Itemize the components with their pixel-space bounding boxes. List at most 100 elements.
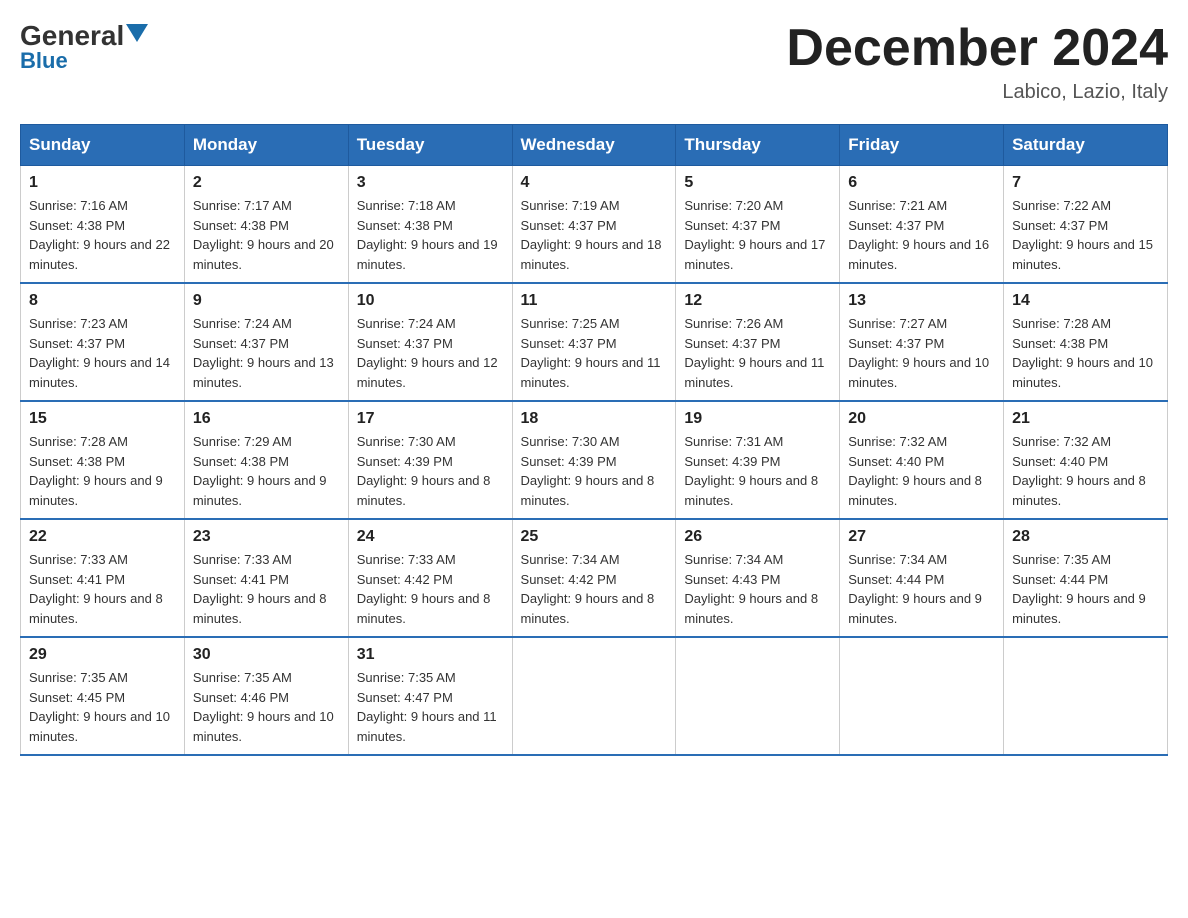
logo: General Blue bbox=[20, 20, 148, 74]
day-number: 10 bbox=[357, 292, 504, 310]
day-info: Sunrise: 7:30 AM Sunset: 4:39 PM Dayligh… bbox=[521, 432, 668, 510]
day-info: Sunrise: 7:34 AM Sunset: 4:43 PM Dayligh… bbox=[684, 550, 831, 628]
table-row: 25 Sunrise: 7:34 AM Sunset: 4:42 PM Dayl… bbox=[512, 519, 676, 637]
day-number: 26 bbox=[684, 528, 831, 546]
calendar-week-row: 15 Sunrise: 7:28 AM Sunset: 4:38 PM Dayl… bbox=[21, 401, 1168, 519]
table-row: 26 Sunrise: 7:34 AM Sunset: 4:43 PM Dayl… bbox=[676, 519, 840, 637]
day-info: Sunrise: 7:32 AM Sunset: 4:40 PM Dayligh… bbox=[848, 432, 995, 510]
table-row: 30 Sunrise: 7:35 AM Sunset: 4:46 PM Dayl… bbox=[184, 637, 348, 755]
table-row: 11 Sunrise: 7:25 AM Sunset: 4:37 PM Dayl… bbox=[512, 283, 676, 401]
col-sunday: Sunday bbox=[21, 125, 185, 166]
day-info: Sunrise: 7:25 AM Sunset: 4:37 PM Dayligh… bbox=[521, 314, 668, 392]
table-row: 13 Sunrise: 7:27 AM Sunset: 4:37 PM Dayl… bbox=[840, 283, 1004, 401]
logo-triangle-icon bbox=[126, 24, 148, 46]
col-tuesday: Tuesday bbox=[348, 125, 512, 166]
table-row: 10 Sunrise: 7:24 AM Sunset: 4:37 PM Dayl… bbox=[348, 283, 512, 401]
day-number: 17 bbox=[357, 410, 504, 428]
table-row: 2 Sunrise: 7:17 AM Sunset: 4:38 PM Dayli… bbox=[184, 166, 348, 284]
title-block: December 2024 Labico, Lazio, Italy bbox=[786, 20, 1168, 104]
month-year-title: December 2024 bbox=[786, 20, 1168, 77]
col-friday: Friday bbox=[840, 125, 1004, 166]
table-row: 15 Sunrise: 7:28 AM Sunset: 4:38 PM Dayl… bbox=[21, 401, 185, 519]
day-info: Sunrise: 7:27 AM Sunset: 4:37 PM Dayligh… bbox=[848, 314, 995, 392]
table-row: 21 Sunrise: 7:32 AM Sunset: 4:40 PM Dayl… bbox=[1004, 401, 1168, 519]
day-info: Sunrise: 7:35 AM Sunset: 4:47 PM Dayligh… bbox=[357, 668, 504, 746]
day-info: Sunrise: 7:29 AM Sunset: 4:38 PM Dayligh… bbox=[193, 432, 340, 510]
table-row: 23 Sunrise: 7:33 AM Sunset: 4:41 PM Dayl… bbox=[184, 519, 348, 637]
day-number: 25 bbox=[521, 528, 668, 546]
col-wednesday: Wednesday bbox=[512, 125, 676, 166]
table-row: 24 Sunrise: 7:33 AM Sunset: 4:42 PM Dayl… bbox=[348, 519, 512, 637]
day-number: 9 bbox=[193, 292, 340, 310]
day-info: Sunrise: 7:35 AM Sunset: 4:45 PM Dayligh… bbox=[29, 668, 176, 746]
day-info: Sunrise: 7:33 AM Sunset: 4:41 PM Dayligh… bbox=[29, 550, 176, 628]
day-number: 4 bbox=[521, 174, 668, 192]
day-info: Sunrise: 7:17 AM Sunset: 4:38 PM Dayligh… bbox=[193, 196, 340, 274]
table-row: 22 Sunrise: 7:33 AM Sunset: 4:41 PM Dayl… bbox=[21, 519, 185, 637]
day-number: 5 bbox=[684, 174, 831, 192]
day-number: 11 bbox=[521, 292, 668, 310]
logo-blue-text: Blue bbox=[20, 48, 68, 74]
day-number: 19 bbox=[684, 410, 831, 428]
day-info: Sunrise: 7:35 AM Sunset: 4:46 PM Dayligh… bbox=[193, 668, 340, 746]
table-row bbox=[512, 637, 676, 755]
calendar-week-row: 1 Sunrise: 7:16 AM Sunset: 4:38 PM Dayli… bbox=[21, 166, 1168, 284]
table-row: 17 Sunrise: 7:30 AM Sunset: 4:39 PM Dayl… bbox=[348, 401, 512, 519]
table-row: 3 Sunrise: 7:18 AM Sunset: 4:38 PM Dayli… bbox=[348, 166, 512, 284]
day-number: 14 bbox=[1012, 292, 1159, 310]
day-number: 22 bbox=[29, 528, 176, 546]
day-number: 2 bbox=[193, 174, 340, 192]
day-number: 6 bbox=[848, 174, 995, 192]
day-info: Sunrise: 7:28 AM Sunset: 4:38 PM Dayligh… bbox=[1012, 314, 1159, 392]
table-row: 27 Sunrise: 7:34 AM Sunset: 4:44 PM Dayl… bbox=[840, 519, 1004, 637]
day-number: 13 bbox=[848, 292, 995, 310]
day-info: Sunrise: 7:31 AM Sunset: 4:39 PM Dayligh… bbox=[684, 432, 831, 510]
table-row: 31 Sunrise: 7:35 AM Sunset: 4:47 PM Dayl… bbox=[348, 637, 512, 755]
table-row: 5 Sunrise: 7:20 AM Sunset: 4:37 PM Dayli… bbox=[676, 166, 840, 284]
table-row: 8 Sunrise: 7:23 AM Sunset: 4:37 PM Dayli… bbox=[21, 283, 185, 401]
day-info: Sunrise: 7:34 AM Sunset: 4:44 PM Dayligh… bbox=[848, 550, 995, 628]
table-row bbox=[1004, 637, 1168, 755]
day-info: Sunrise: 7:19 AM Sunset: 4:37 PM Dayligh… bbox=[521, 196, 668, 274]
day-info: Sunrise: 7:22 AM Sunset: 4:37 PM Dayligh… bbox=[1012, 196, 1159, 274]
day-info: Sunrise: 7:33 AM Sunset: 4:42 PM Dayligh… bbox=[357, 550, 504, 628]
day-number: 27 bbox=[848, 528, 995, 546]
location-label: Labico, Lazio, Italy bbox=[786, 81, 1168, 104]
day-info: Sunrise: 7:18 AM Sunset: 4:38 PM Dayligh… bbox=[357, 196, 504, 274]
table-row: 20 Sunrise: 7:32 AM Sunset: 4:40 PM Dayl… bbox=[840, 401, 1004, 519]
table-row: 7 Sunrise: 7:22 AM Sunset: 4:37 PM Dayli… bbox=[1004, 166, 1168, 284]
day-number: 7 bbox=[1012, 174, 1159, 192]
col-monday: Monday bbox=[184, 125, 348, 166]
day-number: 18 bbox=[521, 410, 668, 428]
col-saturday: Saturday bbox=[1004, 125, 1168, 166]
table-row bbox=[676, 637, 840, 755]
calendar-week-row: 29 Sunrise: 7:35 AM Sunset: 4:45 PM Dayl… bbox=[21, 637, 1168, 755]
table-row: 18 Sunrise: 7:30 AM Sunset: 4:39 PM Dayl… bbox=[512, 401, 676, 519]
day-number: 28 bbox=[1012, 528, 1159, 546]
table-row: 16 Sunrise: 7:29 AM Sunset: 4:38 PM Dayl… bbox=[184, 401, 348, 519]
day-info: Sunrise: 7:23 AM Sunset: 4:37 PM Dayligh… bbox=[29, 314, 176, 392]
day-info: Sunrise: 7:21 AM Sunset: 4:37 PM Dayligh… bbox=[848, 196, 995, 274]
table-row: 6 Sunrise: 7:21 AM Sunset: 4:37 PM Dayli… bbox=[840, 166, 1004, 284]
table-row bbox=[840, 637, 1004, 755]
day-number: 1 bbox=[29, 174, 176, 192]
calendar-week-row: 22 Sunrise: 7:33 AM Sunset: 4:41 PM Dayl… bbox=[21, 519, 1168, 637]
day-number: 30 bbox=[193, 646, 340, 664]
day-info: Sunrise: 7:16 AM Sunset: 4:38 PM Dayligh… bbox=[29, 196, 176, 274]
day-number: 24 bbox=[357, 528, 504, 546]
table-row: 1 Sunrise: 7:16 AM Sunset: 4:38 PM Dayli… bbox=[21, 166, 185, 284]
day-info: Sunrise: 7:33 AM Sunset: 4:41 PM Dayligh… bbox=[193, 550, 340, 628]
table-row: 4 Sunrise: 7:19 AM Sunset: 4:37 PM Dayli… bbox=[512, 166, 676, 284]
table-row: 12 Sunrise: 7:26 AM Sunset: 4:37 PM Dayl… bbox=[676, 283, 840, 401]
table-row: 29 Sunrise: 7:35 AM Sunset: 4:45 PM Dayl… bbox=[21, 637, 185, 755]
col-thursday: Thursday bbox=[676, 125, 840, 166]
table-row: 14 Sunrise: 7:28 AM Sunset: 4:38 PM Dayl… bbox=[1004, 283, 1168, 401]
day-number: 8 bbox=[29, 292, 176, 310]
day-number: 12 bbox=[684, 292, 831, 310]
calendar-week-row: 8 Sunrise: 7:23 AM Sunset: 4:37 PM Dayli… bbox=[21, 283, 1168, 401]
day-info: Sunrise: 7:30 AM Sunset: 4:39 PM Dayligh… bbox=[357, 432, 504, 510]
table-row: 19 Sunrise: 7:31 AM Sunset: 4:39 PM Dayl… bbox=[676, 401, 840, 519]
day-number: 31 bbox=[357, 646, 504, 664]
day-number: 15 bbox=[29, 410, 176, 428]
day-info: Sunrise: 7:20 AM Sunset: 4:37 PM Dayligh… bbox=[684, 196, 831, 274]
